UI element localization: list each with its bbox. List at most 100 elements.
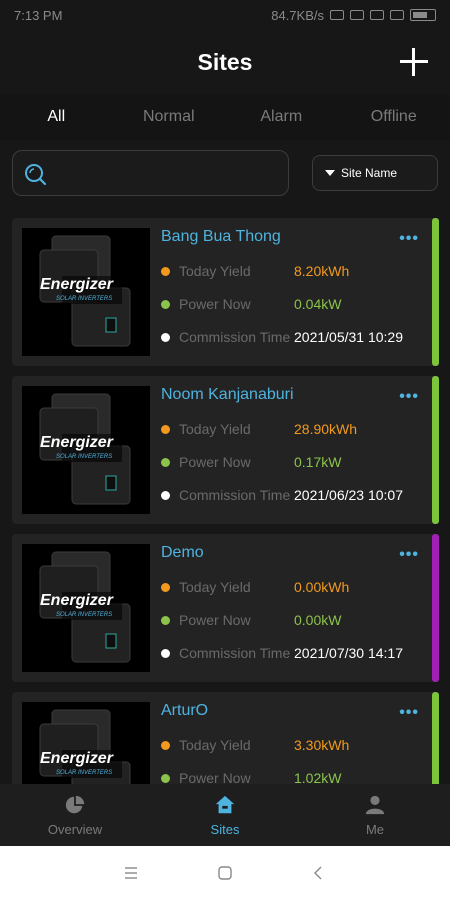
brand-sub-text: SOLAR INVERTERS	[56, 296, 113, 302]
commission-dot-icon	[161, 491, 170, 500]
inverter-image: Energizer SOLAR INVERTERS	[22, 544, 150, 672]
power-now-row: Power Now 0.17kW	[161, 454, 431, 472]
today-yield-value: 28.90kWh	[294, 421, 358, 437]
home-icon	[215, 795, 235, 813]
home-square-icon[interactable]	[217, 865, 233, 881]
status-accent-bar	[432, 218, 439, 366]
site-name[interactable]: Bang Bua Thong	[161, 228, 281, 246]
inverter-image: Energizer SOLAR INVERTERS	[22, 228, 150, 356]
today-yield-label: Today Yield	[179, 737, 251, 753]
today-yield-row: Today Yield 3.30kWh	[161, 737, 431, 755]
commission-time-value: 2021/05/31 10:29	[294, 329, 403, 345]
site-name[interactable]: Noom Kanjanaburi	[161, 386, 294, 404]
tab-normal[interactable]: Normal	[113, 94, 226, 140]
today-yield-label: Today Yield	[179, 421, 251, 437]
brand-logo-text: Energizer	[40, 434, 113, 451]
power-now-label: Power Now	[179, 612, 251, 628]
site-name[interactable]: Demo	[161, 544, 204, 562]
inverter-image: Energizer SOLAR INVERTERS	[22, 386, 150, 514]
nav-overview[interactable]: Overview	[0, 784, 150, 846]
tab-offline[interactable]: Offline	[338, 94, 450, 140]
site-name[interactable]: ArturO	[161, 702, 208, 720]
wifi-icon	[390, 10, 404, 20]
yield-dot-icon	[161, 583, 170, 592]
today-yield-row: Today Yield 0.00kWh	[161, 579, 431, 597]
nav-sites-label: Sites	[210, 821, 240, 837]
status-time: 7:13 PM	[14, 7, 63, 23]
vibrate-icon	[350, 10, 364, 20]
status-accent-bar	[432, 692, 439, 784]
commission-time-row: Commission Time 2021/07/30 14:17	[161, 645, 431, 663]
more-options-icon[interactable]: •••	[399, 230, 419, 248]
nav-sites[interactable]: Sites	[150, 784, 300, 846]
power-dot-icon	[161, 616, 170, 625]
commission-dot-icon	[161, 649, 170, 658]
power-now-row: Power Now 1.02kW	[161, 770, 431, 784]
status-bar: 7:13 PM 84.7KB/s	[0, 0, 450, 30]
site-card[interactable]: Energizer SOLAR INVERTERS Bang Bua Thong…	[12, 218, 439, 366]
power-now-value: 0.04kW	[294, 296, 342, 312]
power-now-value: 0.00kW	[294, 612, 342, 628]
power-now-label: Power Now	[179, 770, 251, 784]
site-card[interactable]: Energizer SOLAR INVERTERS ArturO ••• Tod…	[12, 692, 439, 784]
brand-sub-text: SOLAR INVERTERS	[56, 612, 113, 618]
power-now-value: 1.02kW	[294, 770, 342, 784]
more-options-icon[interactable]: •••	[399, 546, 419, 564]
commission-dot-icon	[161, 333, 170, 342]
more-options-icon[interactable]: •••	[399, 704, 419, 722]
status-accent-bar	[432, 376, 439, 524]
site-card[interactable]: Energizer SOLAR INVERTERS Demo ••• Today…	[12, 534, 439, 682]
yield-dot-icon	[161, 741, 170, 750]
tab-alarm[interactable]: Alarm	[225, 94, 338, 140]
sort-selected: Site Name	[341, 166, 398, 180]
commission-time-value: 2021/07/30 14:17	[294, 645, 403, 661]
today-yield-value: 3.30kWh	[294, 737, 350, 753]
today-yield-label: Today Yield	[179, 579, 251, 595]
commission-time-label: Commission Time	[179, 645, 291, 661]
power-now-row: Power Now 0.00kW	[161, 612, 431, 630]
yield-dot-icon	[161, 267, 170, 276]
brand-logo-text: Energizer	[40, 592, 113, 609]
brand-logo-text: Energizer	[40, 750, 113, 767]
pie-chart-icon	[65, 795, 85, 813]
sort-dropdown[interactable]: Site Name	[312, 155, 438, 191]
commission-time-label: Commission Time	[179, 487, 291, 503]
battery-icon	[410, 9, 436, 21]
power-now-label: Power Now	[179, 296, 251, 312]
power-now-row: Power Now 0.04kW	[161, 296, 431, 314]
alarm-icon	[330, 10, 344, 20]
power-now-value: 0.17kW	[294, 454, 342, 470]
commission-time-row: Commission Time 2021/06/23 10:07	[161, 487, 431, 505]
more-options-icon[interactable]: •••	[399, 388, 419, 406]
caret-down-icon	[325, 170, 335, 176]
site-list: Energizer SOLAR INVERTERS Bang Bua Thong…	[0, 218, 450, 784]
power-dot-icon	[161, 774, 170, 783]
tab-all[interactable]: All	[0, 94, 113, 140]
site-card[interactable]: Energizer SOLAR INVERTERS Noom Kanjanabu…	[12, 376, 439, 524]
person-icon	[365, 795, 385, 814]
today-yield-value: 8.20kWh	[294, 263, 350, 279]
add-site-button[interactable]	[400, 48, 428, 76]
commission-time-row: Commission Time 2021/05/31 10:29	[161, 329, 431, 347]
system-nav-bar	[0, 846, 450, 900]
today-yield-row: Today Yield 28.90kWh	[161, 421, 431, 439]
commission-time-value: 2021/06/23 10:07	[294, 487, 403, 503]
today-yield-row: Today Yield 8.20kWh	[161, 263, 431, 281]
power-dot-icon	[161, 458, 170, 467]
search-input[interactable]	[12, 150, 289, 196]
status-icons: 84.7KB/s	[271, 8, 436, 23]
nav-overview-label: Overview	[47, 821, 103, 837]
net-speed: 84.7KB/s	[271, 7, 324, 23]
power-now-label: Power Now	[179, 454, 251, 470]
today-yield-label: Today Yield	[179, 263, 251, 279]
nav-me[interactable]: Me	[300, 784, 450, 846]
menu-icon[interactable]	[123, 865, 139, 881]
app-header: Sites	[0, 30, 450, 94]
back-icon[interactable]	[311, 865, 327, 881]
yield-dot-icon	[161, 425, 170, 434]
brand-sub-text: SOLAR INVERTERS	[56, 454, 113, 460]
commission-time-label: Commission Time	[179, 329, 291, 345]
page-title: Sites	[197, 48, 253, 75]
search-row: Site Name	[12, 150, 438, 196]
today-yield-value: 0.00kWh	[294, 579, 350, 595]
